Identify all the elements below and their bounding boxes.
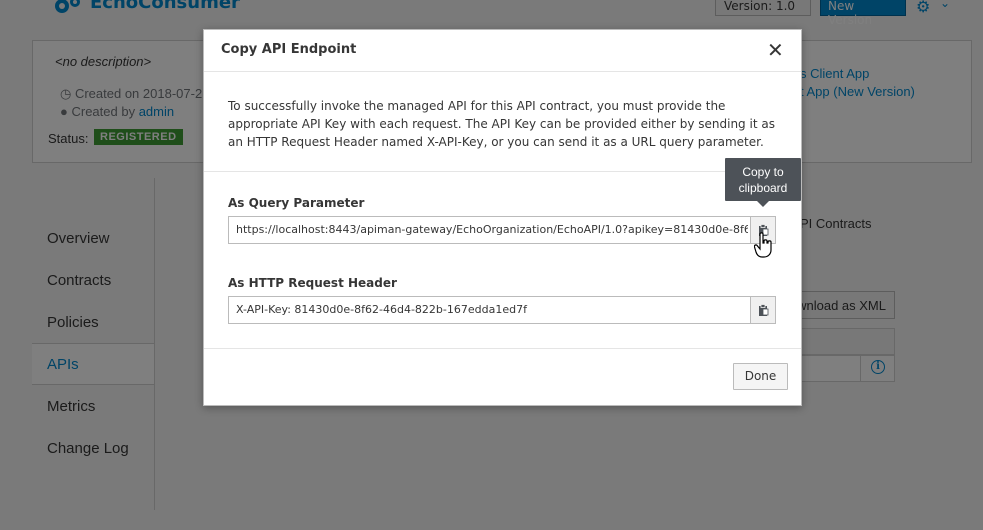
copy-tooltip: Copy to clipboard bbox=[725, 158, 801, 201]
done-button[interactable]: Done bbox=[733, 363, 788, 390]
close-icon[interactable]: ✕ bbox=[767, 38, 784, 62]
copy-header-button[interactable] bbox=[750, 296, 776, 324]
modal-divider bbox=[204, 171, 801, 172]
hand-cursor-icon bbox=[754, 232, 772, 258]
query-parameter-value[interactable]: https://localhost:8443/apiman-gateway/Ec… bbox=[236, 223, 748, 236]
modal-footer-divider bbox=[204, 348, 801, 349]
http-header-field[interactable]: X-API-Key: 81430d0e-8f62-46d4-822b-167ed… bbox=[228, 296, 776, 324]
query-parameter-field[interactable]: https://localhost:8443/apiman-gateway/Ec… bbox=[228, 216, 776, 244]
modal-description: To successfully invoke the managed API f… bbox=[228, 99, 775, 149]
tooltip-arrow bbox=[756, 200, 770, 207]
http-header-value[interactable]: X-API-Key: 81430d0e-8f62-46d4-822b-167ed… bbox=[236, 303, 748, 316]
query-parameter-label: As Query Parameter bbox=[228, 196, 365, 210]
modal-title: Copy API Endpoint bbox=[221, 42, 357, 57]
copy-endpoint-modal: Copy API Endpoint ✕ To successfully invo… bbox=[203, 29, 802, 406]
http-header-label: As HTTP Request Header bbox=[228, 276, 397, 290]
modal-header: Copy API Endpoint ✕ bbox=[204, 30, 801, 72]
clipboard-icon bbox=[758, 304, 768, 316]
